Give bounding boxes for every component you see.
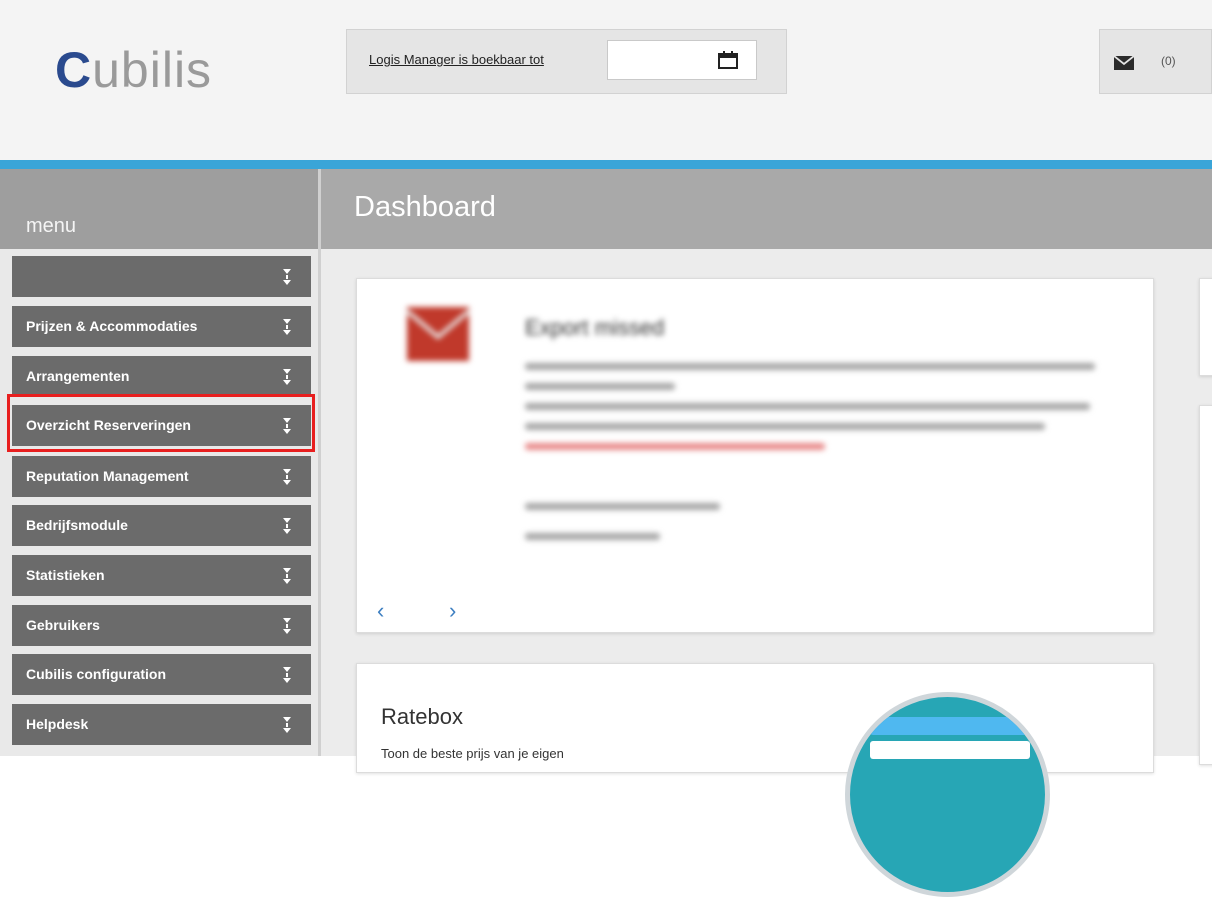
sidebar-item-overzicht-reserveringen[interactable]: Overzicht Reserveringen bbox=[12, 405, 311, 446]
expand-arrows-icon bbox=[283, 518, 291, 534]
sidebar-item-prijzen-accommodaties[interactable]: Prijzen & Accommodaties bbox=[12, 306, 311, 347]
message-count: (0) bbox=[1161, 54, 1176, 68]
blurred-text-line bbox=[525, 383, 675, 390]
sidebar-item-label: Bedrijfsmodule bbox=[26, 517, 128, 533]
messages-button[interactable]: (0) bbox=[1099, 29, 1212, 94]
sidebar-item-label: Arrangementen bbox=[26, 368, 130, 384]
header-accent-line bbox=[0, 160, 1212, 169]
booking-label-link[interactable]: Logis Manager is boekbaar tot bbox=[369, 52, 544, 67]
sidebar-item-bedrijfsmodule[interactable]: Bedrijfsmodule bbox=[12, 505, 311, 546]
expand-arrows-icon bbox=[283, 319, 291, 335]
expand-arrows-icon bbox=[283, 469, 291, 485]
logo-initial: C bbox=[55, 42, 93, 98]
menu-header: menu bbox=[0, 169, 318, 249]
sidebar-item-reputation-management[interactable]: Reputation Management bbox=[12, 456, 311, 497]
sidebar-item-gebruikers[interactable]: Gebruikers bbox=[12, 605, 311, 646]
ratebox-text: Toon de beste prijs van je eigen bbox=[381, 746, 564, 761]
sidebar-item-helpdesk[interactable]: Helpdesk bbox=[12, 704, 311, 745]
header: Cubilis Logis Manager is boekbaar tot (0… bbox=[0, 0, 1212, 160]
blurred-text-line bbox=[525, 403, 1090, 410]
booking-date-panel: Logis Manager is boekbaar tot bbox=[346, 29, 787, 94]
blurred-author-line bbox=[525, 533, 660, 540]
blurred-link-line[interactable] bbox=[525, 443, 825, 450]
side-card bbox=[1199, 278, 1212, 376]
expand-arrows-icon bbox=[283, 568, 291, 584]
sidebar-item-cubilis-configuration[interactable]: Cubilis configuration bbox=[12, 654, 311, 695]
blurred-text-line bbox=[525, 363, 1095, 370]
sidebar-item-arrangementen[interactable]: Arrangementen bbox=[12, 356, 311, 397]
envelope-icon bbox=[407, 307, 469, 361]
expand-arrows-icon bbox=[283, 717, 291, 733]
sidebar-item-label: Statistieken bbox=[26, 567, 105, 583]
ratebox-preview-image bbox=[845, 692, 1050, 897]
logo-text: ubilis bbox=[92, 42, 213, 98]
export-notification-card: Export missed ‹ › bbox=[356, 278, 1154, 633]
sidebar-item-statistieken[interactable]: Statistieken bbox=[12, 555, 311, 596]
page-title: Dashboard bbox=[354, 191, 496, 223]
export-title: Export missed bbox=[525, 315, 665, 340]
sidebar-item-label: Cubilis configuration bbox=[26, 666, 166, 682]
calendar-icon[interactable] bbox=[718, 51, 738, 69]
page-header: Dashboard bbox=[321, 169, 1212, 249]
sidebar-item-label: Prijzen & Accommodaties bbox=[26, 318, 198, 334]
ratebox-card: Ratebox Toon de beste prijs van je eigen bbox=[356, 663, 1154, 897]
sidebar-item-blank[interactable] bbox=[12, 256, 311, 297]
expand-arrows-icon bbox=[283, 418, 291, 434]
blurred-date-line bbox=[525, 503, 720, 510]
preview-bar bbox=[870, 717, 1030, 735]
next-arrow[interactable]: › bbox=[449, 599, 456, 623]
booking-date-input[interactable] bbox=[607, 40, 757, 80]
sidebar-item-label: Helpdesk bbox=[26, 716, 89, 732]
ratebox-title: Ratebox bbox=[381, 704, 463, 729]
menu-title: menu bbox=[26, 215, 77, 237]
expand-arrows-icon bbox=[283, 618, 291, 634]
expand-arrows-icon bbox=[283, 369, 291, 385]
previous-arrow[interactable]: ‹ bbox=[377, 599, 384, 623]
expand-arrows-icon bbox=[283, 667, 291, 683]
sidebar-item-label: Overzicht Reserveringen bbox=[26, 417, 191, 433]
sidebar-item-label: Reputation Management bbox=[26, 468, 189, 484]
expand-arrows-icon bbox=[283, 269, 291, 285]
cubilis-logo[interactable]: Cubilis bbox=[55, 40, 212, 100]
preview-row bbox=[870, 741, 1030, 759]
blurred-text-line bbox=[525, 423, 1045, 430]
sidebar-item-label: Gebruikers bbox=[26, 617, 100, 633]
envelope-icon bbox=[1114, 56, 1134, 70]
side-card bbox=[1199, 405, 1212, 765]
